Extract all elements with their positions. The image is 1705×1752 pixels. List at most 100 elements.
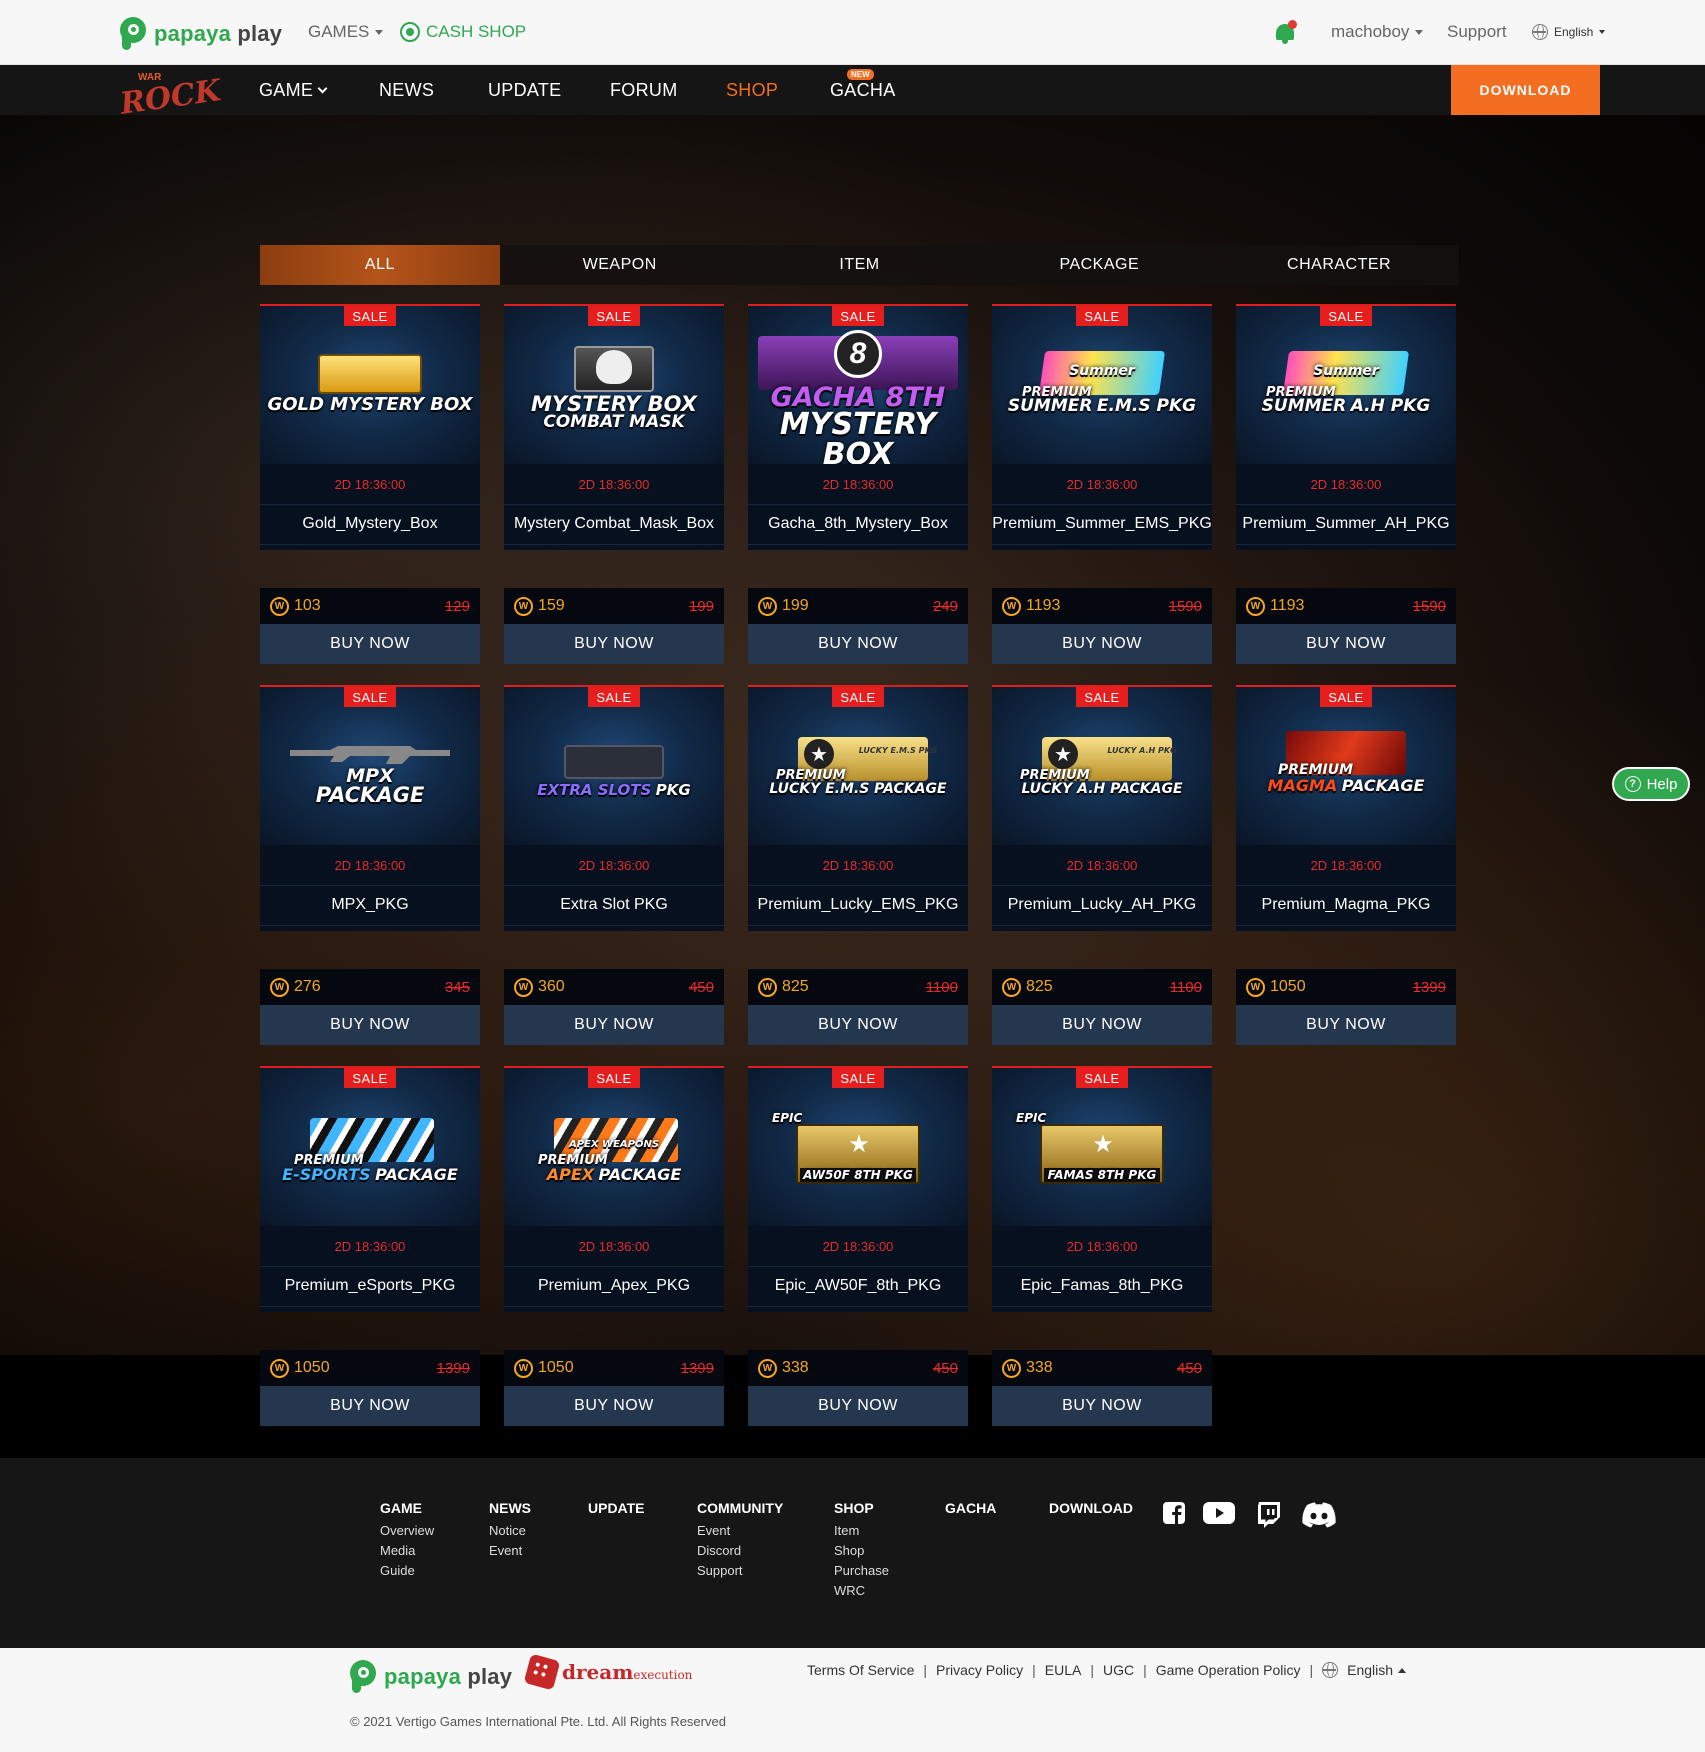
product-image[interactable]: PREMIUM E-SPORTS PACKAGE	[260, 1068, 480, 1226]
footer-link[interactable]: Purchase	[834, 1563, 889, 1578]
product-card[interactable]: EPIC ★ FAMAS 8TH PKG SALE 2D 18:36:00 Ep…	[992, 1066, 1212, 1427]
dream-execution-logo[interactable]: dreamexecution	[523, 1653, 692, 1691]
product-card[interactable]: ★ LUCKY E.M.S PKG PREMIUM LUCKY E.M.S PA…	[748, 685, 968, 1046]
product-card[interactable]: MPX PACKAGE SALE 2D 18:36:00 MPX_PKG W 2…	[260, 685, 480, 1046]
legal-link[interactable]: UGC	[1103, 1662, 1134, 1678]
product-card[interactable]: Summer PREMIUM SUMMER A.H PKG SALE 2D 18…	[1236, 304, 1456, 665]
tab-weapon[interactable]: WEAPON	[500, 245, 740, 285]
buy-now-button[interactable]: BUY NOW	[992, 1005, 1212, 1045]
product-image[interactable]: PREMIUM MAGMA PACKAGE	[1236, 687, 1456, 845]
product-image[interactable]: EPIC ★ AW50F 8TH PKG	[748, 1068, 968, 1226]
product-image[interactable]: EPIC ★ FAMAS 8TH PKG	[992, 1068, 1212, 1226]
buy-now-button[interactable]: BUY NOW	[504, 1005, 724, 1045]
product-card[interactable]: PREMIUM MAGMA PACKAGE SALE 2D 18:36:00 P…	[1236, 685, 1456, 1046]
product-image[interactable]: Summer PREMIUM SUMMER E.M.S PKG	[992, 306, 1212, 464]
original-price: 249	[932, 598, 958, 615]
footer-heading[interactable]: DOWNLOAD	[1049, 1500, 1133, 1516]
buy-now-button[interactable]: BUY NOW	[260, 1005, 480, 1045]
footer-column-gacha: GACHA	[945, 1500, 996, 1523]
download-button[interactable]: DOWNLOAD	[1451, 65, 1600, 115]
youtube-icon[interactable]	[1203, 1502, 1235, 1528]
footer-heading[interactable]: NEWS	[489, 1500, 531, 1516]
nav-gacha[interactable]: GACHA	[830, 80, 896, 101]
buy-now-button[interactable]: BUY NOW	[992, 1386, 1212, 1426]
footer-heading[interactable]: SHOP	[834, 1500, 889, 1516]
footer-link[interactable]: Guide	[380, 1563, 434, 1578]
buy-now-button[interactable]: BUY NOW	[748, 1386, 968, 1426]
buy-now-button[interactable]: BUY NOW	[1236, 624, 1456, 664]
product-card[interactable]: EXTRA SLOTS PKG SALE 2D 18:36:00 Extra S…	[504, 685, 724, 1046]
product-image[interactable]: EXTRA SLOTS PKG	[504, 687, 724, 845]
product-card[interactable]: GOLD MYSTERY BOX SALE 2D 18:36:00 Gold_M…	[260, 304, 480, 665]
product-card[interactable]: EPIC ★ AW50F 8TH PKG SALE 2D 18:36:00 Ep…	[748, 1066, 968, 1427]
footer-link[interactable]: WRC	[834, 1583, 889, 1598]
buy-now-button[interactable]: BUY NOW	[260, 1386, 480, 1426]
original-price: 1100	[925, 979, 958, 996]
tab-character[interactable]: CHARACTER	[1219, 245, 1459, 285]
legal-link[interactable]: EULA	[1045, 1662, 1082, 1678]
warrock-logo[interactable]: WAR ROCK	[118, 72, 223, 122]
sale-timer: 2D 18:36:00	[334, 857, 406, 873]
footer-link[interactable]: Shop	[834, 1543, 889, 1558]
nav-shop[interactable]: SHOP	[726, 80, 778, 101]
footer-language[interactable]: English	[1347, 1662, 1393, 1678]
product-image[interactable]: GOLD MYSTERY BOX	[260, 306, 480, 464]
buy-now-button[interactable]: BUY NOW	[1236, 1005, 1456, 1045]
product-card[interactable]: APEX WEAPONS PREMIUM APEX PACKAGE SALE 2…	[504, 1066, 724, 1427]
nav-news[interactable]: NEWS	[379, 80, 434, 101]
product-image[interactable]: MYSTERY BOX COMBAT MASK	[504, 306, 724, 464]
cash-shop-link[interactable]: CASH SHOP	[400, 22, 526, 42]
buy-now-button[interactable]: BUY NOW	[504, 624, 724, 664]
nav-forum[interactable]: FORUM	[610, 80, 678, 101]
product-image[interactable]: 8 GACHA 8TH MYSTERY BOX	[748, 306, 968, 464]
buy-now-button[interactable]: BUY NOW	[992, 624, 1212, 664]
language-label: English	[1554, 25, 1594, 39]
papaya-play-logo[interactable]: papaya play	[120, 17, 282, 50]
product-card[interactable]: PREMIUM E-SPORTS PACKAGE SALE 2D 18:36:0…	[260, 1066, 480, 1427]
twitch-icon[interactable]	[1257, 1502, 1281, 1528]
notification-bell-icon[interactable]	[1274, 20, 1297, 44]
buy-now-button[interactable]: BUY NOW	[748, 1005, 968, 1045]
user-menu[interactable]: machoboy	[1331, 22, 1424, 42]
footer-link[interactable]: Event	[489, 1543, 531, 1558]
buy-now-button[interactable]: BUY NOW	[504, 1386, 724, 1426]
games-menu[interactable]: GAMES	[308, 22, 384, 42]
product-card[interactable]: 8 GACHA 8TH MYSTERY BOX SALE 2D 18:36:00…	[748, 304, 968, 665]
footer-heading[interactable]: GACHA	[945, 1500, 996, 1516]
product-image[interactable]: ★ LUCKY A.H PKG PREMIUM LUCKY A.H PACKAG…	[992, 687, 1212, 845]
footer-link[interactable]: Item	[834, 1523, 889, 1538]
nav-update[interactable]: UPDATE	[488, 80, 561, 101]
product-image[interactable]: APEX WEAPONS PREMIUM APEX PACKAGE	[504, 1068, 724, 1226]
facebook-icon[interactable]	[1163, 1502, 1185, 1528]
tab-all[interactable]: ALL	[260, 245, 500, 285]
buy-now-button[interactable]: BUY NOW	[748, 624, 968, 664]
footer-link[interactable]: Event	[697, 1523, 783, 1538]
language-selector[interactable]: English	[1532, 24, 1606, 40]
help-button[interactable]: ? Help	[1612, 767, 1690, 801]
buy-now-button[interactable]: BUY NOW	[260, 624, 480, 664]
footer-heading[interactable]: UPDATE	[588, 1500, 645, 1516]
product-image[interactable]: Summer PREMIUM SUMMER A.H PKG	[1236, 306, 1456, 464]
footer-link[interactable]: Support	[697, 1563, 783, 1578]
product-card[interactable]: MYSTERY BOX COMBAT MASK SALE 2D 18:36:00…	[504, 304, 724, 665]
tab-package[interactable]: PACKAGE	[979, 245, 1219, 285]
legal-link[interactable]: Terms Of Service	[807, 1662, 914, 1678]
tab-item[interactable]: ITEM	[740, 245, 980, 285]
product-image[interactable]: ★ LUCKY E.M.S PKG PREMIUM LUCKY E.M.S PA…	[748, 687, 968, 845]
legal-link[interactable]: Privacy Policy	[936, 1662, 1023, 1678]
nav-game[interactable]: GAME	[259, 80, 328, 101]
footer-link[interactable]: Overview	[380, 1523, 434, 1538]
footer-link[interactable]: Notice	[489, 1523, 531, 1538]
footer-link[interactable]: Discord	[697, 1543, 783, 1558]
product-card[interactable]: ★ LUCKY A.H PKG PREMIUM LUCKY A.H PACKAG…	[992, 685, 1212, 1046]
footer-heading[interactable]: COMMUNITY	[697, 1500, 783, 1516]
clown-mask-graphic	[596, 350, 632, 384]
footer-heading[interactable]: GAME	[380, 1500, 434, 1516]
support-link[interactable]: Support	[1447, 22, 1507, 42]
footer-link[interactable]: Media	[380, 1543, 434, 1558]
product-card[interactable]: Summer PREMIUM SUMMER E.M.S PKG SALE 2D …	[992, 304, 1212, 665]
papaya-play-footer-logo[interactable]: papaya play	[350, 1660, 512, 1693]
discord-icon[interactable]	[1301, 1502, 1337, 1528]
legal-link[interactable]: Game Operation Policy	[1156, 1662, 1301, 1678]
product-image[interactable]: MPX PACKAGE	[260, 687, 480, 845]
